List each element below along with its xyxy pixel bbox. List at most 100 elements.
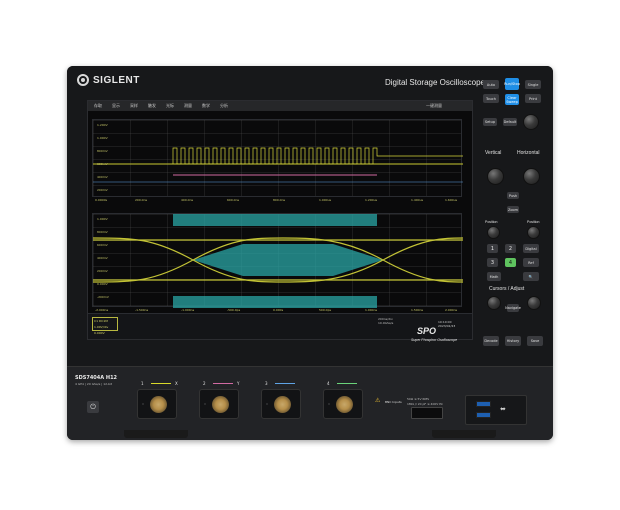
bottom-xlabel: -2.000ns [95,308,109,312]
channel-2-bnc[interactable]: ∷ [199,389,239,419]
horizontal-title: Horizontal [517,150,540,156]
cursor-knob-right[interactable] [527,296,541,310]
bottom-xlabel: -1.000ns [181,308,195,312]
menu-display[interactable]: 显示 [112,103,120,109]
touch-button[interactable]: Touch [483,94,499,103]
front-bezel: SIGLENT Digital Storage Oscilloscope 存取 … [67,66,553,366]
channel-4-bnc[interactable]: ∷ [323,389,363,419]
channel-4-button[interactable]: 4 [505,258,516,267]
model-number: SDS7404A H12 [75,375,118,381]
spo-subtitle: Super Phosphor Oscilloscope [411,338,458,342]
vertical-scale-knob[interactable] [487,168,504,185]
channel-3-label: 3 [265,381,268,386]
vertical-position-knob[interactable] [487,226,500,239]
left-foot [124,430,188,438]
zoom-button[interactable]: Zoom [507,206,519,213]
default-button[interactable]: Default [503,118,517,126]
channel-3-button[interactable]: 3 [487,258,498,267]
menu-cursor[interactable]: 光标 [166,103,174,109]
bottom-xlabel: 1.000ns [365,308,378,312]
single-button[interactable]: Single [525,80,541,89]
history-button[interactable]: History [505,336,521,346]
logo-mark-icon [77,74,89,86]
bnc-connector-icon [150,396,167,413]
clear-sweep-button[interactable]: Clear Sweep [505,94,519,105]
timebase-info[interactable]: 200ns/div 10.0GSa/s [378,317,393,325]
run-stop-button[interactable]: Run/Stop [504,78,520,90]
usb-port-icon[interactable] [476,412,491,418]
eye-diagram [93,237,463,283]
horizontal-position-knob[interactable] [527,226,540,239]
power-icon[interactable]: ⏻ [87,401,99,413]
aux-port[interactable] [411,407,443,419]
datetime: 10:10:00 2023/02/23 [438,320,456,328]
math-button[interactable]: Math [487,272,501,281]
bnc-connector-icon [212,396,229,413]
top-xlabel: 600.0ns [227,198,240,202]
ref-button[interactable]: Ref [523,258,539,267]
eye-diagram-panel[interactable]: 1.000V 800mV 600mV 400mV 200mV 0.000V -2… [92,213,463,312]
bottom-xlabel: 1.500ns [411,308,424,312]
top-ylabel: 1.000V [97,136,108,140]
top-ylabel: 1.200V [97,123,108,127]
digital-button[interactable]: Digital [523,244,539,253]
top-waveform [93,147,463,183]
channel-3-color [275,383,295,384]
menu-bar: 存取 显示 采样 触发 光标 测量 数学 分析 一键测量 [88,101,472,111]
menu-trigger[interactable]: 触发 [148,103,156,109]
probe-contacts-icon: ∷ [142,402,144,406]
intensity-knob[interactable] [523,114,539,130]
navigate-button[interactable]: Navigate [505,304,521,312]
front-panel-controls: Auto Run/Stop Single Touch Clear Sweep P… [483,74,547,354]
channel-1-label: 1 [141,381,144,386]
menu-acquire[interactable]: 采样 [130,103,138,109]
cursors-title: Cursors / Adjust [489,286,525,292]
menu-measure[interactable]: 测量 [184,103,192,109]
channel-3-bnc[interactable]: ∷ [261,389,301,419]
top-waveform-panel[interactable]: 1.200V 1.000V 800mV 600mV 400mV 200mV 0.… [92,119,463,202]
top-ylabel: 600mV [97,162,108,166]
bottom-ylabel: 1.000V [97,217,108,221]
channel-2-symbol: Y [237,381,240,386]
right-foot [432,430,496,438]
save-button[interactable]: Save [527,336,543,346]
channel1-card[interactable]: C1 DC1M 1.00V/div 0.000V [92,317,118,335]
status-bar: C1 DC1M 1.00V/div 0.000V 200ns/div 10.0G… [88,313,472,339]
menu-storage[interactable]: 存取 [94,103,102,109]
setup-button[interactable]: Setup [483,118,497,126]
bottom-ylabel: 800mV [97,230,108,234]
model-specs: 4 GHz | 20 GSa/s | 12-bit [75,382,113,386]
channel-2-color [213,383,233,384]
menu-analysis[interactable]: 分析 [220,103,228,109]
usb-port-icon[interactable] [476,401,491,407]
print-button[interactable]: Print [525,94,541,103]
channel-1-button[interactable]: 1 [487,244,498,253]
device-title: Digital Storage Oscilloscope [384,78,485,87]
bottom-xlabel: 2.000ns [445,308,458,312]
horizontal-position-label: Position [527,220,540,224]
decode-button[interactable]: Decode [483,336,499,346]
probe-contacts-icon: ∷ [266,402,268,406]
auto-button[interactable]: Auto [483,80,499,89]
channel-1-bnc[interactable]: ∷ [137,389,177,419]
bottom-xlabel: 500.0ps [319,308,332,312]
menu-auto-measure[interactable]: 一键测量 [426,103,442,109]
bnc-inputs-label: BNC Inputs [385,400,402,404]
bottom-ylabel: 0.000V [97,282,108,286]
cursor-knob-left[interactable] [487,296,501,310]
menu-math[interactable]: 数学 [202,103,210,109]
usb-panel: ⬌ [465,395,527,425]
oscilloscope-device: SIGLENT Digital Storage Oscilloscope 存取 … [67,66,553,440]
channel-2-label: 2 [203,381,206,386]
bottom-xlabel: -500.0ps [227,308,241,312]
top-ylabel: 200mV [97,188,108,192]
search-icon[interactable]: 🔍 [523,272,539,281]
push-button[interactable]: Push [507,192,519,199]
scope-display[interactable]: 存取 显示 采样 触发 光标 测量 数学 分析 一键测量 1.200V 1.00… [87,100,473,340]
horizontal-scale-knob[interactable] [523,168,540,185]
probe-contacts-icon: ∷ [204,402,206,406]
bottom-xlabel: -1.500ns [135,308,149,312]
channel-2-button[interactable]: 2 [505,244,516,253]
channel-1-symbol: X [175,381,178,386]
channel-4-label: 4 [327,381,330,386]
